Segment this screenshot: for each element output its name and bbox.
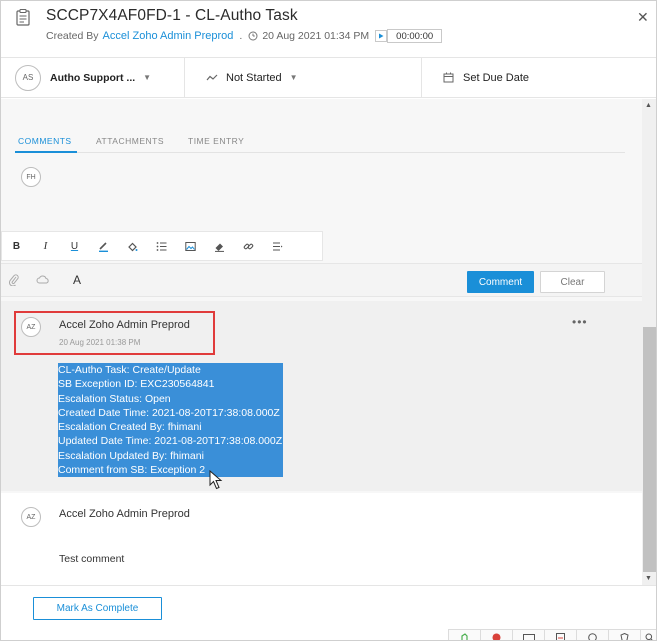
scroll-up-icon[interactable]: ▲	[645, 102, 652, 109]
text-color-button[interactable]	[89, 232, 118, 260]
comment-line: Escalation Status: Open	[58, 391, 284, 406]
meta-separator: .	[239, 30, 243, 42]
bullet-list-icon	[156, 241, 167, 251]
format-toolbar: B I U	[1, 231, 323, 261]
comment-body: Test comment	[59, 553, 125, 565]
eraser-icon	[215, 243, 224, 252]
status-trend-icon	[206, 74, 218, 80]
clock-icon[interactable]	[576, 630, 608, 640]
divider	[421, 58, 422, 97]
image-button[interactable]	[176, 232, 205, 260]
due-date-selector[interactable]: Set Due Date	[443, 58, 529, 97]
comment-line: Escalation Created By: fhimani	[58, 420, 284, 435]
assignee-name: Autho Support ...	[50, 71, 136, 84]
composer-avatar: FH	[21, 167, 41, 187]
attachment-clip-icon[interactable]	[8, 274, 19, 289]
bold-button[interactable]: B	[2, 232, 31, 260]
comment-line: SB Exception ID: EXC230564841	[58, 377, 284, 392]
tray-icon-4[interactable]	[544, 630, 576, 640]
comment-body: CL-Autho Task: Create/Update SB Exceptio…	[58, 363, 284, 478]
more-format-button[interactable]	[263, 232, 292, 260]
text-color-icon	[99, 241, 108, 252]
tab-bar: COMMENTS ATTACHMENTS TIME ENTRY	[15, 136, 625, 153]
calendar-icon	[443, 72, 454, 83]
active-tab-indicator	[15, 151, 77, 153]
fill-color-icon	[128, 242, 138, 251]
creator-link[interactable]: Accel Zoho Admin Preprod	[103, 30, 234, 42]
task-title: SCCP7X4AF0FD-1 - CL-Autho Task	[46, 7, 298, 24]
keyboard-icon[interactable]	[512, 630, 544, 640]
italic-button[interactable]: I	[31, 232, 60, 260]
bullet-list-button[interactable]	[147, 232, 176, 260]
status-label: Not Started	[226, 71, 282, 84]
scroll-down-icon[interactable]: ▼	[645, 575, 652, 582]
composer-actions: A Comment Clear	[1, 263, 642, 297]
comment-item: AZ Accel Zoho Admin Preprod Test comment	[1, 493, 642, 585]
comment-line: CL-Autho Task: Create/Update	[58, 363, 284, 378]
comment-avatar: AZ	[21, 507, 41, 527]
status-selector[interactable]: Not Started ▼	[206, 58, 298, 97]
mark-complete-button[interactable]: Mark As Complete	[33, 597, 162, 620]
comment-author: Accel Zoho Admin Preprod	[59, 508, 190, 520]
timer-play-button[interactable]	[375, 30, 388, 42]
timer-display: 00:00:00	[387, 29, 443, 43]
due-date-label: Set Due Date	[463, 71, 530, 84]
clock-icon	[248, 31, 258, 41]
tab-comments[interactable]: COMMENTS	[18, 136, 72, 146]
chevron-down-icon: ▼	[289, 73, 298, 82]
created-time: 20 Aug 2021 01:34 PM	[262, 30, 370, 42]
comment-line: Comment from SB: Exception 2	[58, 463, 284, 478]
assignee-selector[interactable]: AS Autho Support ... ▼	[15, 58, 151, 97]
task-detail-window: SCCP7X4AF0FD-1 - CL-Autho Task Created B…	[0, 0, 657, 641]
eraser-button[interactable]	[205, 232, 234, 260]
tray-icon-2[interactable]	[480, 630, 512, 640]
footer: Mark As Complete	[1, 585, 656, 640]
assignee-avatar: AS	[15, 64, 41, 91]
clear-button[interactable]: Clear	[540, 271, 605, 293]
highlight-box	[14, 311, 215, 355]
cloud-icon[interactable]	[36, 275, 50, 287]
shield-icon[interactable]	[608, 630, 640, 640]
divider	[184, 58, 185, 97]
created-by-label: Created By	[46, 30, 99, 42]
comment-button[interactable]: Comment	[467, 271, 534, 293]
comment-line: Escalation Updated By: fhimani	[58, 448, 284, 464]
search-icon[interactable]	[640, 630, 656, 640]
task-header: SCCP7X4AF0FD-1 - CL-Autho Task Created B…	[1, 1, 656, 57]
link-icon	[243, 243, 254, 249]
comment-line: Created Date Time: 2021-08-20T17:38:08.0…	[58, 405, 284, 421]
image-icon	[185, 241, 196, 251]
tab-attachments[interactable]: ATTACHMENTS	[96, 136, 164, 146]
link-button[interactable]	[234, 232, 263, 260]
chevron-down-icon: ▼	[143, 73, 152, 82]
taskbar-tray	[448, 629, 656, 640]
mouse-cursor-icon	[209, 470, 223, 490]
task-meta: Created By Accel Zoho Admin Preprod . 20…	[46, 29, 443, 43]
comment-item: AZ Accel Zoho Admin Preprod 20 Aug 2021 …	[1, 301, 642, 491]
font-size-button[interactable]: A	[73, 273, 81, 287]
comment-line: Updated Date Time: 2021-08-20T17:38:08.0…	[58, 434, 284, 449]
task-icon	[16, 9, 30, 26]
more-options-icon[interactable]: •••	[572, 315, 588, 329]
close-icon[interactable]: ✕	[637, 9, 649, 26]
scrollbar-thumb[interactable]	[643, 327, 656, 572]
underline-button[interactable]: U	[60, 232, 89, 260]
play-icon	[379, 33, 384, 39]
tray-icon-1[interactable]	[448, 630, 480, 640]
more-format-icon	[273, 242, 283, 250]
fill-color-button[interactable]	[118, 232, 147, 260]
comment-composer: FH B I U A Comment Clear	[1, 159, 642, 299]
scrollbar[interactable]: ▲ ▼	[642, 99, 656, 585]
tab-time-entry[interactable]: TIME ENTRY	[188, 136, 244, 146]
content-panel: COMMENTS ATTACHMENTS TIME ENTRY FH B I U	[1, 99, 642, 585]
status-bar: AS Autho Support ... ▼ Not Started ▼ Set…	[1, 57, 656, 98]
